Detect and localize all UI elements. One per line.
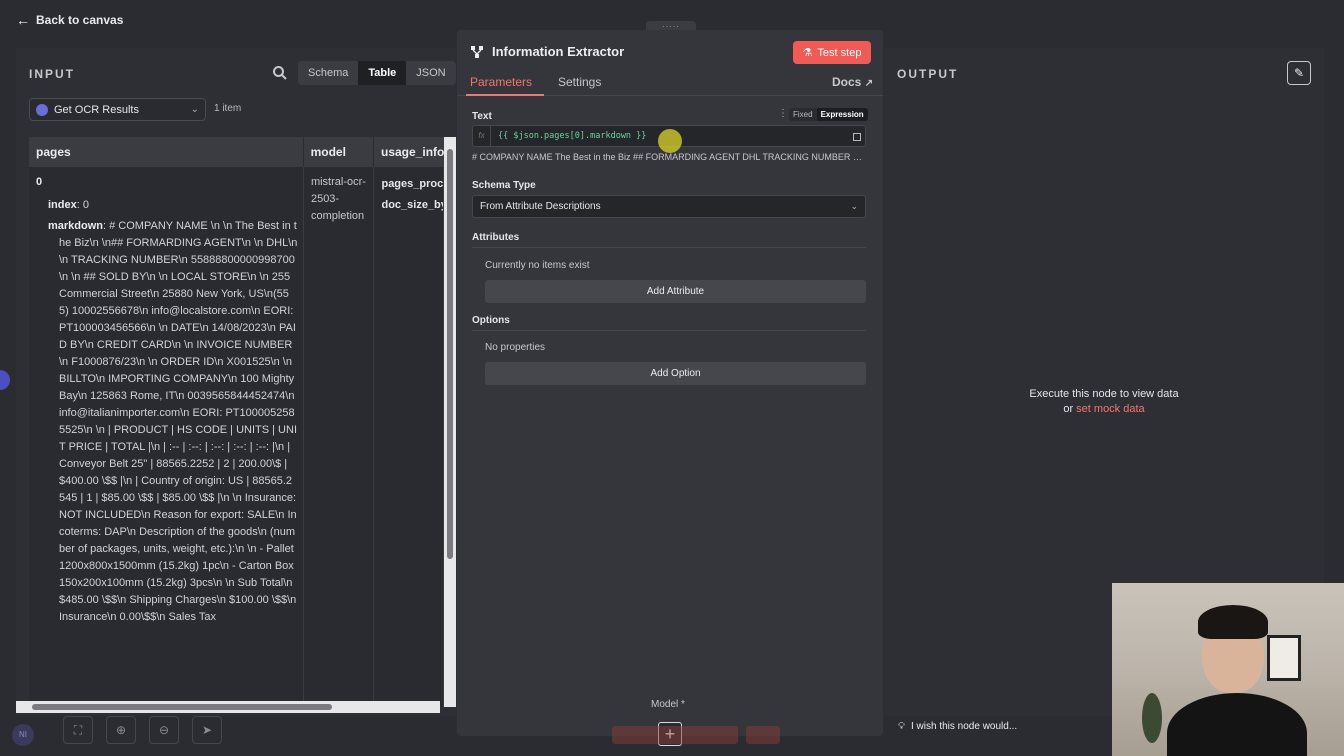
globe-icon bbox=[36, 103, 48, 116]
test-workflow-button[interactable] bbox=[612, 726, 738, 744]
expand-icon[interactable] bbox=[853, 133, 861, 141]
table-header: pages model usage_info bbox=[29, 137, 444, 167]
cell-usage-info: pages_processed doc_size_bytes bbox=[374, 167, 444, 707]
table-row: 0 index: 0 markdown: # COMPANY NAME \n \… bbox=[29, 167, 444, 707]
test-step-label: Test step bbox=[817, 46, 862, 59]
fit-view-icon[interactable]: ⛶ bbox=[63, 716, 93, 744]
horizontal-scrollbar[interactable] bbox=[16, 701, 440, 713]
flask-icon: ⚗ bbox=[802, 47, 813, 59]
more-options-icon[interactable]: ⋮ bbox=[778, 108, 788, 119]
options-empty-text: No properties bbox=[485, 342, 546, 353]
fx-icon: fx bbox=[473, 126, 491, 146]
index-value: : 0 bbox=[76, 199, 89, 211]
chevron-down-icon: ⌄ bbox=[190, 104, 199, 115]
test-step-button[interactable]: ⚗ Test step bbox=[793, 41, 871, 64]
model-connector-label: Model * bbox=[651, 699, 685, 710]
arrow-left-icon: ← bbox=[16, 12, 30, 28]
view-mode-toggle: Schema Table JSON bbox=[298, 61, 456, 85]
expression-code[interactable]: {{ $json.pages[0].markdown }} bbox=[491, 131, 646, 141]
execute-hint-text: Execute this node to view data bbox=[1029, 388, 1179, 400]
schema-type-select[interactable]: From Attribute Descriptions ⌄ bbox=[472, 195, 866, 218]
attributes-label: Attributes bbox=[472, 232, 520, 243]
schema-type-label: Schema Type bbox=[472, 180, 536, 191]
usage-key: pages_processed bbox=[381, 178, 444, 190]
globe-icon bbox=[0, 370, 10, 390]
input-title: INPUT bbox=[29, 67, 75, 81]
input-table: pages model usage_info 0 index: 0 markdo… bbox=[29, 137, 456, 707]
schema-type-value: From Attribute Descriptions bbox=[480, 201, 601, 212]
chevron-down-icon: ⌄ bbox=[850, 201, 858, 211]
node-title-text: Information Extractor bbox=[492, 44, 625, 59]
markdown-key: markdown bbox=[48, 220, 104, 232]
mouse-cursor-highlight bbox=[658, 129, 682, 153]
item-count: 1 item bbox=[214, 103, 242, 114]
presenter-hair bbox=[1198, 605, 1268, 639]
column-header-model[interactable]: model bbox=[304, 137, 374, 167]
column-header-pages[interactable]: pages bbox=[29, 137, 304, 167]
active-tab-indicator bbox=[466, 94, 544, 96]
input-panel: INPUT Schema Table JSON Get OCR Results … bbox=[16, 48, 456, 716]
usage-key: doc_size_bytes bbox=[381, 199, 443, 211]
input-node-select[interactable]: Get OCR Results ⌄ bbox=[29, 98, 206, 121]
node-settings-panel: Information Extractor ⚗ Test step Parame… bbox=[457, 30, 883, 746]
cursor-tool-icon[interactable]: ➤ bbox=[192, 716, 222, 744]
plant bbox=[1142, 693, 1162, 743]
set-mock-data-link[interactable]: set mock data bbox=[1076, 403, 1144, 415]
attributes-empty-text: Currently no items exist bbox=[485, 260, 590, 271]
markdown-entry: markdown: # COMPANY NAME \n \n The Best … bbox=[48, 218, 298, 626]
add-attribute-button[interactable]: Add Attribute bbox=[485, 280, 866, 303]
column-header-usage-info[interactable]: usage_info bbox=[374, 137, 444, 167]
index-key: index bbox=[48, 199, 77, 211]
lightbulb-icon: 💡︎ bbox=[898, 720, 905, 732]
search-icon[interactable] bbox=[272, 65, 288, 81]
pencil-icon: ✎ bbox=[1293, 66, 1305, 80]
presenter-body bbox=[1167, 693, 1307, 756]
execute-hint-or: or bbox=[1063, 403, 1077, 415]
options-label: Options bbox=[472, 315, 510, 326]
back-to-canvas-link[interactable]: ← Back to canvas bbox=[16, 12, 123, 28]
avatar[interactable]: NI bbox=[12, 724, 34, 746]
webcam-overlay bbox=[1112, 583, 1344, 756]
view-table-button[interactable]: Table bbox=[358, 61, 407, 85]
page-index-header: 0 bbox=[36, 176, 43, 188]
cell-pages: 0 index: 0 markdown: # COMPANY NAME \n \… bbox=[29, 167, 304, 707]
tab-parameters[interactable]: Parameters bbox=[470, 75, 532, 89]
feedback-text: I wish this node would... bbox=[911, 720, 1018, 732]
expression-mode-button[interactable]: Expression bbox=[816, 108, 868, 121]
zoom-in-icon[interactable]: ⊕ bbox=[106, 716, 136, 744]
text-label: Text bbox=[472, 111, 492, 122]
attributes-divider bbox=[472, 247, 866, 248]
node-title: Information Extractor bbox=[470, 44, 624, 59]
scrollbar-thumb[interactable] bbox=[447, 149, 453, 559]
view-schema-button[interactable]: Schema bbox=[298, 61, 358, 85]
view-json-button[interactable]: JSON bbox=[406, 61, 455, 85]
information-extractor-icon bbox=[471, 45, 483, 58]
execute-hint: Execute this node to view data or set mo… bbox=[984, 387, 1224, 417]
scrollbar-thumb[interactable] bbox=[32, 704, 332, 710]
docs-link[interactable]: Docs ↗ bbox=[832, 75, 873, 89]
node-tabs: Parameters Settings Docs ↗ bbox=[457, 72, 883, 96]
add-option-button[interactable]: Add Option bbox=[485, 362, 866, 385]
wall-picture bbox=[1267, 635, 1301, 681]
back-label: Back to canvas bbox=[36, 13, 124, 27]
feedback-bar[interactable]: 💡︎ I wish this node would... bbox=[884, 716, 1112, 736]
edit-output-button[interactable]: ✎ bbox=[1287, 61, 1311, 85]
external-link-icon: ↗ bbox=[864, 78, 874, 89]
vertical-scrollbar[interactable] bbox=[444, 137, 456, 707]
tab-settings[interactable]: Settings bbox=[558, 75, 601, 89]
fixed-expression-toggle: Fixed Expression bbox=[789, 108, 868, 121]
options-divider bbox=[472, 330, 866, 331]
output-title: OUTPUT bbox=[897, 67, 959, 81]
index-entry: index: 0 bbox=[48, 197, 303, 214]
markdown-value: : # COMPANY NAME \n \n The Best in the B… bbox=[59, 220, 298, 623]
fixed-mode-button[interactable]: Fixed bbox=[789, 108, 817, 121]
cell-model: mistral-ocr-2503-completion bbox=[304, 167, 375, 707]
zoom-out-icon[interactable]: ⊖ bbox=[149, 716, 179, 744]
delete-button[interactable] bbox=[746, 726, 780, 744]
docs-label: Docs bbox=[832, 75, 862, 89]
input-node-label: Get OCR Results bbox=[54, 103, 139, 116]
expression-preview: # COMPANY NAME The Best in the Biz ## FO… bbox=[472, 152, 866, 162]
